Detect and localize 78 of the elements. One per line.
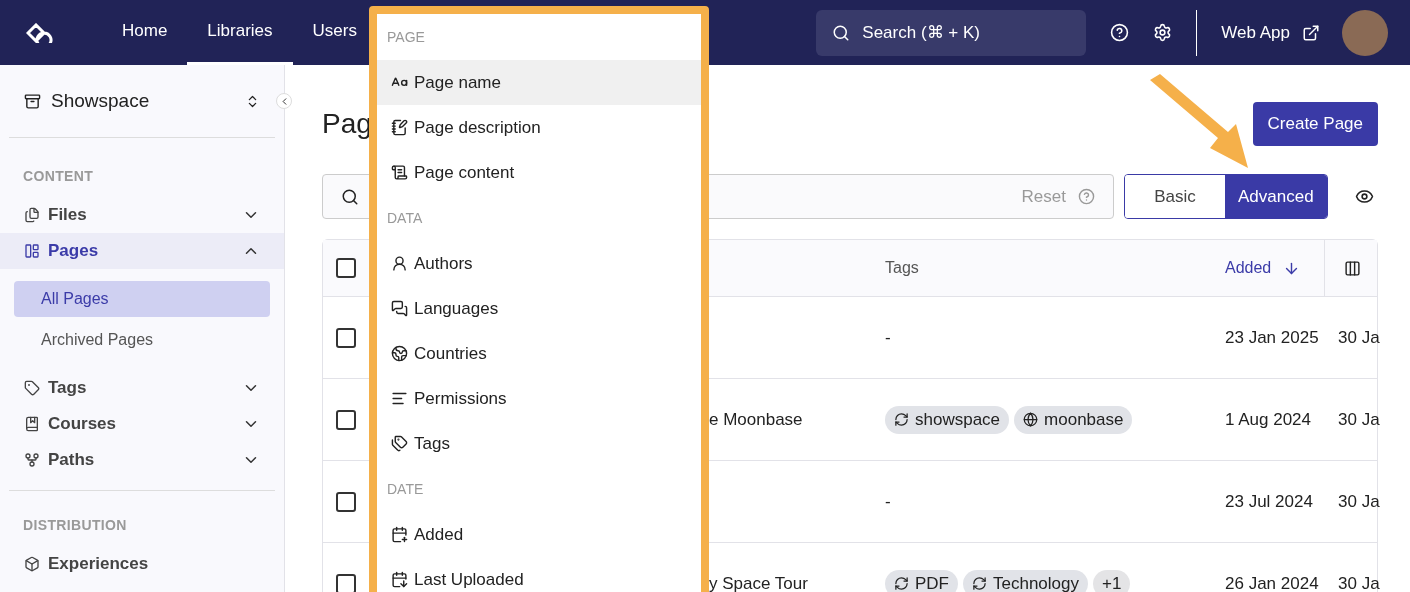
section-heading: DISTRIBUTION: [22, 516, 128, 535]
menu-item[interactable]: Tags: [377, 421, 701, 466]
table-cell-text: 23 Jan 2025: [1224, 326, 1320, 349]
sidebar-subitem[interactable]: All Pages: [14, 281, 270, 317]
eye-icon[interactable]: [1354, 187, 1374, 206]
checkbox[interactable]: [336, 491, 356, 512]
web-app-link[interactable]: Web App: [1221, 19, 1320, 46]
tag-chip: moonbase: [1014, 405, 1133, 434]
checkbox[interactable]: [336, 409, 356, 430]
globe-icon: [1023, 412, 1039, 427]
external-link-icon: [1302, 23, 1320, 42]
workspace-icon: [24, 92, 41, 110]
field-icon: [391, 345, 408, 362]
table-cell: e Moonbase: [709, 409, 803, 429]
menu-item[interactable]: Page name: [377, 60, 701, 105]
item-icon: [24, 243, 40, 259]
view-toggle-option[interactable]: Advanced: [1225, 175, 1327, 218]
field-icon: [391, 300, 408, 317]
menu-item[interactable]: Permissions: [377, 376, 701, 421]
nav-tab[interactable]: Home: [102, 0, 188, 65]
tag-chip: Technology: [963, 569, 1088, 592]
item-icon: [24, 380, 40, 396]
field-icon: [391, 164, 408, 181]
field-icon: [391, 571, 408, 588]
section-heading: CONTENT: [22, 167, 95, 186]
menu-section-heading: PAGE: [386, 27, 426, 47]
menu-item[interactable]: Last Uploaded: [377, 557, 701, 592]
table-cell-text: 30 Ja: [1337, 326, 1379, 349]
item-icon: [24, 207, 40, 223]
table-cell-text: 26 Jan 2024: [1224, 572, 1320, 592]
menu-item[interactable]: Countries: [377, 331, 701, 376]
sidebar-item[interactable]: Files: [0, 197, 284, 233]
search-icon: [341, 187, 359, 206]
avatar[interactable]: [1342, 9, 1388, 56]
table-cell-text: -: [885, 326, 891, 349]
create-page-button[interactable]: Create Page: [1252, 101, 1378, 146]
item-icon: [24, 452, 40, 468]
sidebar-item[interactable]: Experiences: [0, 546, 284, 582]
sidebar-item[interactable]: Paths: [0, 442, 284, 478]
field-icon: [391, 255, 408, 272]
sync-icon: [894, 412, 909, 427]
field-icon: [391, 390, 408, 407]
menu-item[interactable]: Added: [377, 512, 701, 557]
checkbox[interactable]: [336, 327, 356, 348]
menu-item[interactable]: Page description: [377, 105, 701, 150]
table-cell-text: 30 Ja: [1337, 490, 1379, 513]
menu-item[interactable]: Languages: [377, 286, 701, 331]
tag-chip: +1: [1093, 569, 1131, 592]
sidebar-subitem[interactable]: Archived Pages: [14, 322, 270, 358]
sync-icon: [894, 576, 909, 591]
column-header[interactable]: Added: [1211, 256, 1324, 280]
columns-icon[interactable]: [1343, 259, 1361, 277]
sync-icon: [972, 576, 987, 591]
sidebar-item[interactable]: Courses: [0, 406, 284, 442]
table-cell-text: 30 Ja: [1337, 572, 1379, 592]
search-icon: [832, 23, 851, 42]
table-cell-text: -: [885, 490, 891, 513]
checkbox[interactable]: [336, 258, 356, 278]
checkbox[interactable]: [336, 573, 356, 592]
search-field[interactable]: Search (⌘ + K): [816, 9, 1087, 56]
column-header[interactable]: Tags: [871, 256, 1211, 280]
menu-section-heading: DATE: [386, 479, 425, 499]
table-cell-text: 1 Aug 2024: [1224, 408, 1313, 431]
table-cell-text: 30 Ja: [1337, 408, 1379, 431]
item-icon: [24, 416, 40, 432]
table-cell-text: 23 Jul 2024: [1224, 490, 1314, 513]
sidebar-item[interactable]: Tags: [0, 370, 284, 406]
item-icon: [24, 556, 40, 572]
field-icon: [391, 526, 408, 543]
tag-chip: PDF: [885, 569, 958, 592]
settings-icon[interactable]: [1153, 23, 1173, 42]
field-icon: [391, 435, 408, 452]
workspace-name[interactable]: Showspace: [51, 86, 245, 116]
tag-chip: showspace: [885, 405, 1010, 434]
table-cell: y Space Tour: [709, 573, 808, 592]
sidebar-item[interactable]: Pages: [0, 233, 284, 269]
field-icon: [391, 119, 408, 136]
menu-item[interactable]: Authors: [377, 241, 701, 286]
